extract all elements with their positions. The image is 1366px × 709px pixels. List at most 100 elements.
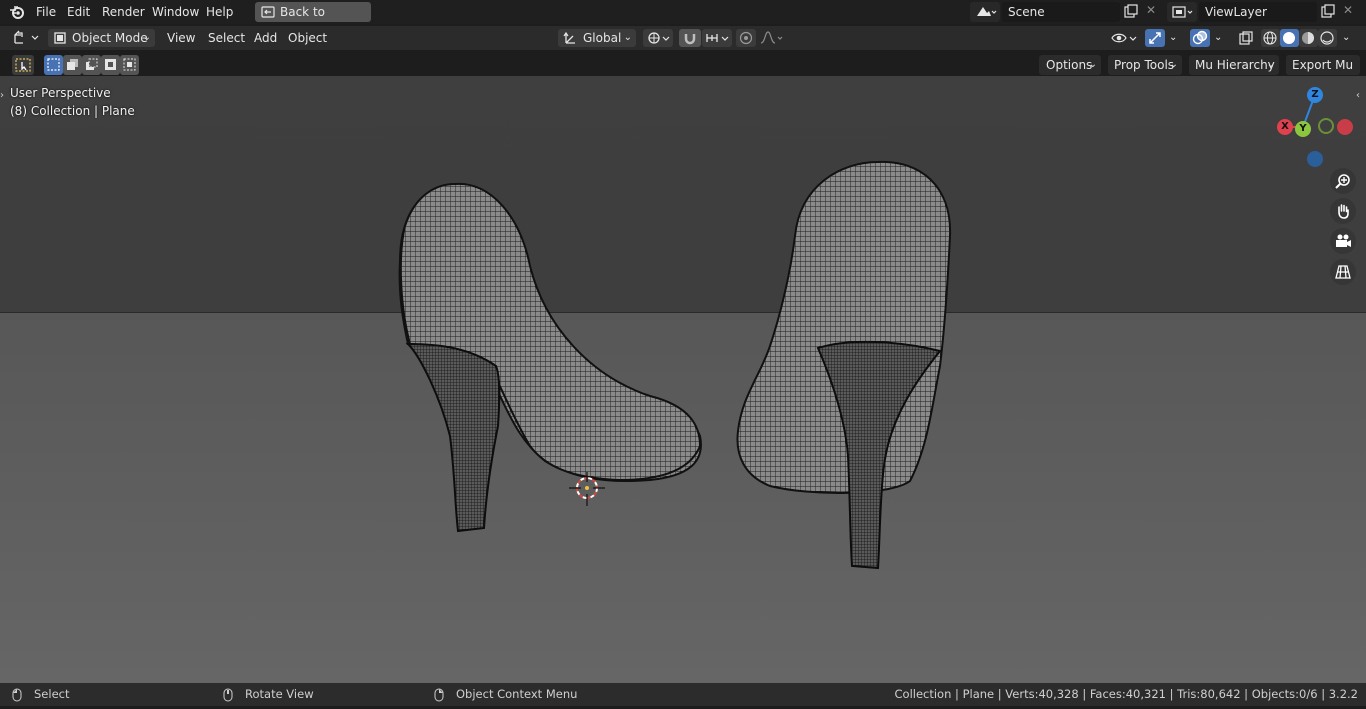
chevron-down-icon: ⌄ bbox=[623, 32, 632, 43]
overlays-options-dropdown[interactable]: ⌄ bbox=[1211, 29, 1227, 47]
back-to-previous-button[interactable]: Back to Previous bbox=[255, 2, 371, 39]
scene-name: Scene bbox=[1008, 5, 1045, 19]
zoom-icon bbox=[1335, 174, 1350, 189]
navigation-gizmo[interactable]: Z X Y bbox=[1270, 82, 1360, 172]
overlays-icon bbox=[1192, 30, 1208, 49]
gizmo-z-axis[interactable]: Z bbox=[1307, 87, 1323, 103]
shading-material-button[interactable] bbox=[1299, 29, 1318, 47]
rendered-sphere-icon bbox=[1320, 31, 1334, 48]
select-subtract-icon bbox=[85, 58, 98, 74]
gizmo-neg-x-axis[interactable] bbox=[1337, 119, 1353, 135]
header-menu-view[interactable]: View bbox=[167, 26, 195, 50]
grid-perspective-icon bbox=[1335, 265, 1351, 279]
magnet-icon bbox=[682, 30, 698, 49]
select-invert-icon bbox=[104, 58, 117, 74]
gizmo-options-dropdown[interactable]: ⌄ bbox=[1166, 29, 1182, 47]
collection-label: (8) Collection | Plane bbox=[10, 104, 135, 118]
viewport-header: Object Mode ⌄ View Select Add Object Glo… bbox=[0, 26, 1366, 50]
3d-viewport[interactable]: User Perspective (8) Collection | Plane … bbox=[0, 76, 1366, 683]
scene-close-icon[interactable]: ✕ bbox=[1144, 3, 1158, 19]
shading-solid-button[interactable] bbox=[1280, 29, 1299, 47]
falloff-dropdown[interactable] bbox=[757, 29, 787, 47]
xray-icon bbox=[1239, 31, 1253, 48]
transform-orientation-dropdown[interactable]: Global ⌄ bbox=[558, 29, 636, 47]
snap-increment-icon bbox=[705, 30, 731, 49]
menu-file[interactable]: File bbox=[36, 0, 56, 24]
selection-mode-intersect[interactable] bbox=[120, 55, 139, 75]
gizmo-x-axis[interactable]: X bbox=[1277, 119, 1293, 135]
chevron-down-icon: ⌄ bbox=[1088, 59, 1097, 70]
material-sphere-icon bbox=[1301, 31, 1315, 48]
mu-hierarchy-dropdown[interactable]: Mu Hierarchy ⌄ bbox=[1189, 55, 1279, 75]
gizmo-y-axis[interactable]: Y bbox=[1295, 121, 1311, 137]
options-dropdown[interactable]: Options ⌄ bbox=[1039, 55, 1101, 75]
shading-wireframe-button[interactable] bbox=[1261, 29, 1280, 47]
viewlayer-browse-button[interactable] bbox=[1167, 2, 1197, 22]
select-intersect-icon bbox=[123, 58, 136, 74]
blender-logo-icon[interactable] bbox=[8, 4, 26, 20]
gizmo-neg-z-axis[interactable] bbox=[1307, 151, 1323, 167]
selection-mode-extend[interactable] bbox=[63, 55, 82, 75]
select-new-icon bbox=[47, 58, 60, 74]
proportional-edit-toggle[interactable] bbox=[736, 29, 756, 47]
shading-rendered-button[interactable] bbox=[1318, 29, 1337, 47]
chevron-down-icon: ⌄ bbox=[1342, 32, 1351, 43]
editor-type-icon bbox=[12, 30, 40, 49]
show-gizmo-toggle[interactable] bbox=[1145, 29, 1165, 47]
editor-type-button[interactable] bbox=[8, 29, 42, 47]
3d-cursor-icon[interactable] bbox=[567, 468, 607, 508]
show-overlays-toggle[interactable] bbox=[1190, 29, 1210, 47]
header-menu-add[interactable]: Add bbox=[254, 26, 277, 50]
pan-view-button[interactable] bbox=[1330, 198, 1356, 224]
shading-options-dropdown[interactable]: ⌄ bbox=[1339, 29, 1355, 47]
scene-browse-button[interactable] bbox=[970, 2, 1000, 22]
chevron-down-icon: ⌄ bbox=[1169, 59, 1178, 70]
viewlayer-close-icon[interactable]: ✕ bbox=[1341, 3, 1355, 19]
viewlayer-icon bbox=[1171, 4, 1195, 23]
selection-mode-new[interactable] bbox=[44, 55, 63, 75]
camera-view-button[interactable] bbox=[1330, 228, 1356, 254]
pivot-point-icon bbox=[646, 30, 672, 49]
mode-dropdown[interactable]: Object Mode ⌄ bbox=[48, 29, 155, 47]
menu-render[interactable]: Render bbox=[102, 0, 145, 24]
status-select: Select bbox=[34, 687, 70, 701]
wireframe-sphere-icon bbox=[1263, 31, 1277, 48]
export-mu-label: Export Mu bbox=[1292, 58, 1354, 72]
shoes-mesh bbox=[398, 160, 952, 570]
back-icon bbox=[261, 2, 275, 28]
eye-icon bbox=[1111, 30, 1139, 49]
snap-toggle[interactable] bbox=[679, 29, 701, 47]
status-bar: Select Rotate View Object Context Menu C… bbox=[0, 683, 1366, 706]
menu-window[interactable]: Window bbox=[152, 0, 199, 24]
ortho-toggle-button[interactable] bbox=[1330, 259, 1356, 285]
menu-help[interactable]: Help bbox=[206, 0, 233, 24]
sidebar-expand-left-icon[interactable]: › bbox=[0, 90, 4, 101]
selection-mode-invert[interactable] bbox=[101, 55, 120, 75]
xray-toggle[interactable] bbox=[1236, 29, 1256, 47]
viewlayer-name-field[interactable]: ViewLayer bbox=[1199, 2, 1317, 22]
proportional-edit-icon bbox=[739, 30, 753, 49]
chevron-down-icon: ⌄ bbox=[1266, 59, 1275, 70]
zoom-view-button[interactable] bbox=[1330, 168, 1356, 194]
gizmo-neg-y-axis[interactable] bbox=[1318, 118, 1334, 134]
top-menu-bar: File Edit Render Window Help Back to Pre… bbox=[0, 0, 1366, 39]
gizmo-icon bbox=[1147, 30, 1163, 49]
status-rotate: Rotate View bbox=[245, 687, 314, 701]
snap-target-dropdown[interactable] bbox=[702, 29, 732, 47]
object-mode-icon bbox=[53, 31, 67, 50]
header-menu-object[interactable]: Object bbox=[288, 26, 327, 50]
pivot-point-dropdown[interactable] bbox=[643, 29, 673, 47]
orientation-icon bbox=[563, 31, 577, 50]
viewlayer-new-icon[interactable] bbox=[1320, 4, 1336, 20]
export-mu-dropdown[interactable]: Export Mu bbox=[1286, 55, 1360, 75]
chevron-down-icon: ⌄ bbox=[1214, 32, 1223, 43]
tool-settings-row: Options ⌄ Prop Tools ⌄ Mu Hierarchy ⌄ Ex… bbox=[0, 52, 1366, 76]
header-menu-select[interactable]: Select bbox=[208, 26, 245, 50]
object-visibility-dropdown[interactable] bbox=[1108, 29, 1140, 47]
scene-new-icon[interactable] bbox=[1123, 4, 1139, 20]
selection-mode-subtract[interactable] bbox=[82, 55, 101, 75]
prop-tools-dropdown[interactable]: Prop Tools ⌄ bbox=[1108, 55, 1182, 75]
menu-edit[interactable]: Edit bbox=[67, 0, 90, 24]
scene-name-field[interactable]: Scene bbox=[1002, 2, 1120, 22]
active-tool-button[interactable] bbox=[12, 55, 34, 75]
